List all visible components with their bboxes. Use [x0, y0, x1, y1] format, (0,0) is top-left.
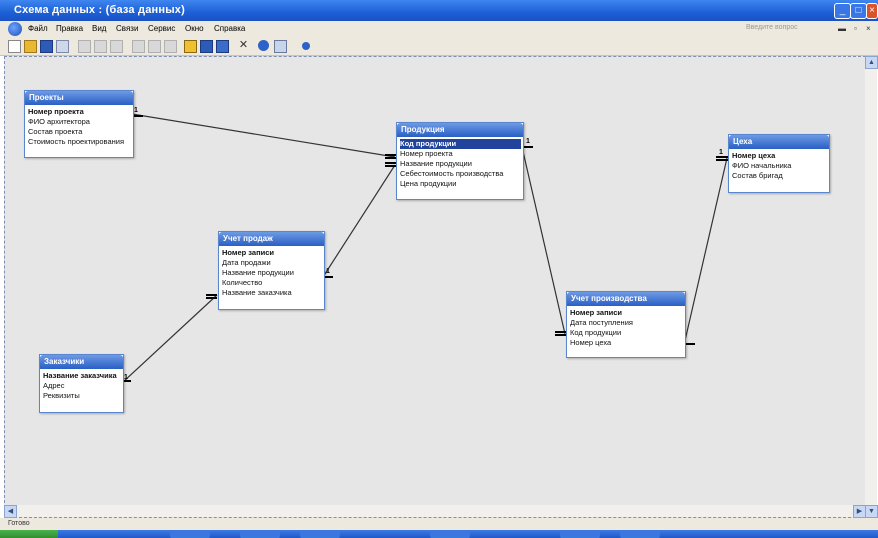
- field-item[interactable]: Номер записи: [222, 248, 322, 258]
- table-title[interactable]: Заказчики: [40, 355, 123, 369]
- field-item[interactable]: Дата продажи: [222, 258, 322, 268]
- taskbar-item[interactable]: [620, 531, 660, 538]
- table-projects[interactable]: Проекты Номер проекта ФИО архитектора Со…: [24, 90, 134, 158]
- field-item[interactable]: Дата поступления: [570, 318, 683, 328]
- one-marker: 1: [719, 149, 723, 156]
- taskbar-item[interactable]: [560, 531, 600, 538]
- one-marker: 1: [134, 107, 138, 114]
- field-item[interactable]: ФИО начальника: [732, 161, 827, 171]
- taskbar-item[interactable]: [240, 531, 280, 538]
- field-item[interactable]: Название заказчика: [222, 288, 322, 298]
- one-marker: 1: [124, 374, 128, 381]
- field-item[interactable]: Состав проекта: [28, 127, 131, 137]
- field-item[interactable]: Реквизиты: [43, 391, 121, 401]
- one-marker: 1: [326, 268, 330, 275]
- table-workshops[interactable]: Цеха Номер цеха ФИО начальника Состав бр…: [728, 134, 830, 193]
- field-item[interactable]: Количество: [222, 278, 322, 288]
- taskbar-item[interactable]: [300, 531, 340, 538]
- relation-line-sales-products: [322, 164, 396, 278]
- table-customers[interactable]: Заказчики Название заказчика Адрес Рекви…: [39, 354, 124, 413]
- field-item[interactable]: Код продукции: [570, 328, 683, 338]
- relation-line-products-production: [521, 146, 566, 335]
- table-sales[interactable]: Учет продаж Номер записи Дата продажи На…: [218, 231, 325, 310]
- field-item[interactable]: ФИО архитектора: [28, 117, 131, 127]
- field-item[interactable]: Себестоимость производства: [400, 169, 521, 179]
- taskbar-item[interactable]: [430, 531, 470, 538]
- relation-line-projects-products: [131, 113, 396, 158]
- field-item[interactable]: Стоимость проектирования: [28, 137, 131, 147]
- start-button[interactable]: [0, 530, 58, 538]
- relation-line-customers-sales: [121, 294, 218, 384]
- field-item[interactable]: Номер записи: [570, 308, 683, 318]
- field-item[interactable]: Номер проекта: [28, 107, 131, 117]
- field-item[interactable]: Название продукции: [400, 159, 521, 169]
- scroll-right-icon[interactable]: ▶: [853, 505, 866, 518]
- field-item[interactable]: Код продукции: [400, 139, 521, 149]
- table-title[interactable]: Учет продаж: [219, 232, 324, 246]
- scroll-down-icon[interactable]: ▼: [865, 505, 878, 518]
- field-item[interactable]: Номер проекта: [400, 149, 521, 159]
- status-text: Готово: [8, 520, 30, 527]
- table-title[interactable]: Проекты: [25, 91, 133, 105]
- field-item[interactable]: Адрес: [43, 381, 121, 391]
- field-item[interactable]: Состав бригад: [732, 171, 827, 181]
- table-title[interactable]: Продукция: [397, 123, 523, 137]
- field-item[interactable]: Цена продукции: [400, 179, 521, 189]
- vertical-scrollbar[interactable]: ▲ ▼: [865, 56, 878, 518]
- relation-line-workshops-production: [683, 157, 728, 346]
- horizontal-scrollbar[interactable]: ◀ ▶: [4, 505, 866, 518]
- field-item[interactable]: Номер цеха: [570, 338, 683, 348]
- taskbar-item[interactable]: [170, 531, 210, 538]
- one-marker: 1: [526, 138, 530, 145]
- table-production[interactable]: Учет производства Номер записи Дата пост…: [566, 291, 686, 358]
- scroll-left-icon[interactable]: ◀: [4, 505, 17, 518]
- relationship-lines: 1 1 1 1 1: [121, 107, 728, 384]
- field-item[interactable]: Номер цеха: [732, 151, 827, 161]
- table-products[interactable]: Продукция Код продукции Номер проекта На…: [396, 122, 524, 200]
- field-item[interactable]: Название продукции: [222, 268, 322, 278]
- field-item[interactable]: Название заказчика: [43, 371, 121, 381]
- scroll-up-icon[interactable]: ▲: [865, 56, 878, 69]
- table-title[interactable]: Цеха: [729, 135, 829, 149]
- status-bar: Готово: [0, 518, 878, 530]
- table-title[interactable]: Учет производства: [567, 292, 685, 306]
